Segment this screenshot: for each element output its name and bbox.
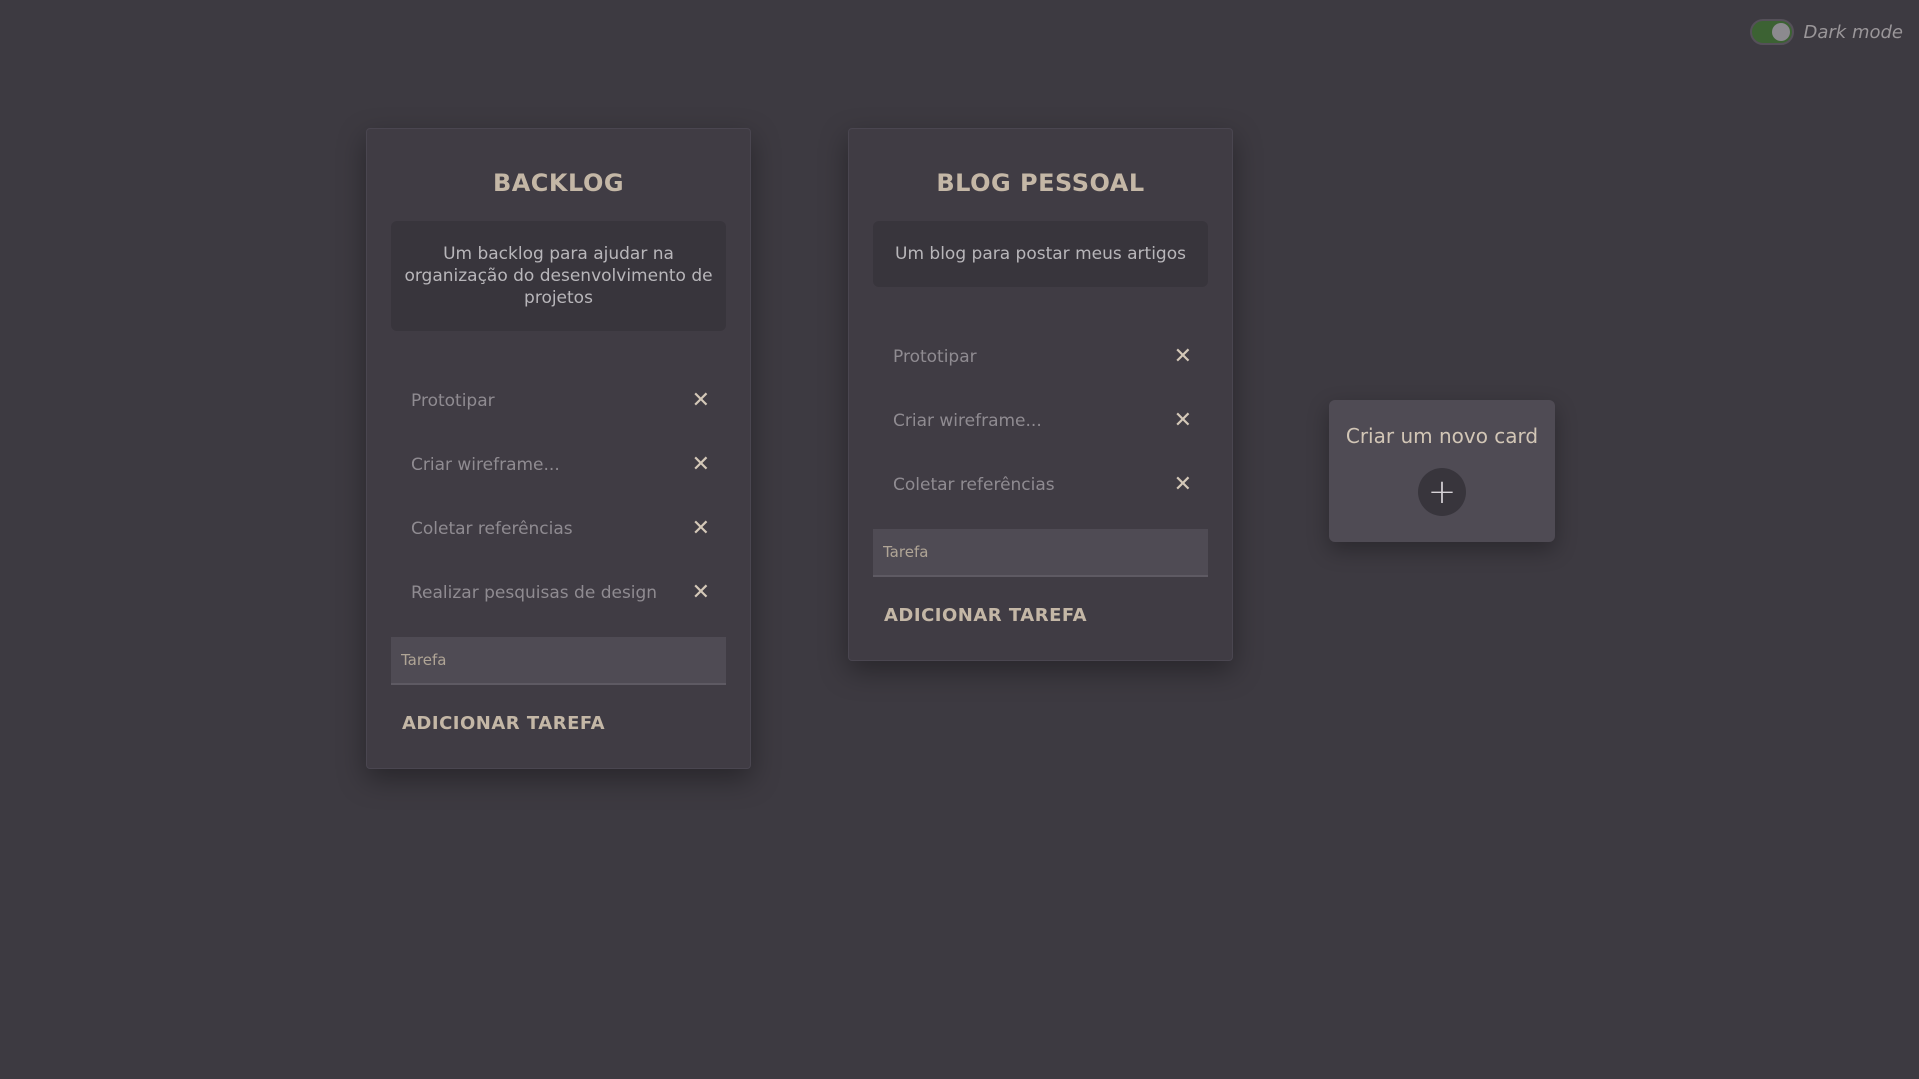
close-icon[interactable]: ✕ — [1174, 474, 1192, 496]
card-backlog: BACKLOG Um backlog para ajudar na organi… — [366, 128, 751, 769]
card-description: Um blog para postar meus artigos — [873, 221, 1208, 287]
task-item: Criar wireframe... ✕ — [391, 433, 726, 497]
add-card-button[interactable]: + — [1418, 468, 1466, 516]
close-icon[interactable]: ✕ — [692, 454, 710, 476]
task-item: Coletar referências ✕ — [873, 453, 1208, 517]
plus-icon: + — [1427, 472, 1457, 512]
task-item: Prototipar ✕ — [391, 369, 726, 433]
close-icon[interactable]: ✕ — [692, 582, 710, 604]
close-icon[interactable]: ✕ — [692, 518, 710, 540]
task-label: Criar wireframe... — [893, 411, 1042, 431]
task-item: Criar wireframe... ✕ — [873, 389, 1208, 453]
dark-mode-switch[interactable] — [1749, 19, 1794, 45]
switch-knob — [1771, 23, 1790, 41]
task-item: Realizar pesquisas de design ✕ — [391, 561, 726, 625]
task-label: Coletar referências — [411, 519, 573, 539]
close-icon[interactable]: ✕ — [1174, 410, 1192, 432]
close-icon[interactable]: ✕ — [1174, 346, 1192, 368]
task-item: Prototipar ✕ — [873, 325, 1208, 389]
add-task-button[interactable]: ADICIONAR TAREFA — [391, 713, 616, 734]
dark-mode-toggle[interactable]: Dark mode — [1749, 19, 1903, 45]
card-description: Um backlog para ajudar na organização do… — [391, 221, 726, 331]
dark-mode-label: Dark mode — [1803, 21, 1903, 43]
close-icon[interactable]: ✕ — [692, 390, 710, 412]
add-task-button[interactable]: ADICIONAR TAREFA — [873, 605, 1098, 626]
card-title: BLOG PESSOAL — [936, 169, 1145, 197]
task-label: Criar wireframe... — [411, 455, 560, 475]
card-title: BACKLOG — [492, 169, 625, 197]
task-label: Prototipar — [893, 347, 977, 367]
task-label: Realizar pesquisas de design — [411, 583, 658, 603]
task-label: Prototipar — [411, 391, 495, 411]
create-card-label: Criar um novo card — [1345, 424, 1539, 448]
create-card-button[interactable]: Criar um novo card + — [1329, 400, 1555, 542]
task-label: Coletar referências — [893, 475, 1055, 495]
task-item: Coletar referências ✕ — [391, 497, 726, 561]
task-input[interactable] — [391, 637, 726, 685]
card-blog-pessoal: BLOG PESSOAL Um blog para postar meus ar… — [848, 128, 1233, 661]
page: Dark mode BACKLOG Um backlog para ajudar… — [0, 0, 1919, 1079]
task-list: Prototipar ✕ Criar wireframe... ✕ Coleta… — [391, 369, 726, 625]
task-input[interactable] — [873, 529, 1208, 577]
task-list: Prototipar ✕ Criar wireframe... ✕ Coleta… — [873, 325, 1208, 517]
